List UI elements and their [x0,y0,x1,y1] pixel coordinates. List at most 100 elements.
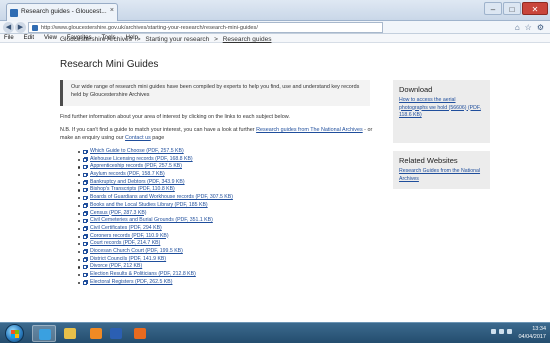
windows-logo-icon [11,330,19,338]
guide-link[interactable]: Civil Cemeteries and Burial Grounds (PDF… [90,217,213,223]
guide-list-item[interactable]: Election Results & Politicians (PDF, 212… [78,271,233,279]
national-archives-link[interactable]: Research guides from The National Archiv… [256,127,363,133]
guide-list-item[interactable]: Civil Cemeteries and Burial Grounds (PDF… [78,217,233,225]
guide-link[interactable]: Boards of Guardians and Workhouse record… [90,194,233,200]
guide-link[interactable]: Alehouse Licensing records (PDF, 168.8 K… [90,156,193,162]
guide-list-item[interactable]: Census (PDF, 287.3 KB) [78,210,233,218]
bullet-icon [78,204,81,207]
url-text: http://www.gloucestershire.gov.uk/archiv… [41,25,258,31]
guide-list-item[interactable]: Court records (PDF, 214.7 KB) [78,240,233,248]
external-link-icon [83,280,88,285]
guide-list-item[interactable]: Coroners records (PDF, 110.9 KB) [78,233,233,241]
guide-link[interactable]: Electoral Registers (PDF, 262.5 KB) [90,279,172,285]
aerial-photographs-link[interactable]: How to access the aerial photographs we … [393,97,490,124]
guide-link[interactable]: Divorce (PDF, 212 KB) [90,263,142,269]
guide-link[interactable]: Apprenticeship records (PDF, 257.5 KB) [90,163,182,169]
clock[interactable]: 13:34 04/04/2017 [518,325,546,341]
guide-link[interactable]: Election Results & Politicians (PDF, 212… [90,271,196,277]
guide-list-item[interactable]: Books and the Local Studies Library (PDF… [78,202,233,210]
tab-close-icon[interactable]: × [110,7,114,14]
clock-date: 04/04/2017 [518,334,546,340]
taskbar-button[interactable] [104,325,128,342]
guide-list-item[interactable]: Diocesan Church Court (PDF, 199.5 KB) [78,248,233,256]
network-icon[interactable] [491,329,496,334]
guide-link[interactable]: Books and the Local Studies Library (PDF… [90,202,208,208]
guide-link[interactable]: Bankruptcy and Debtors (PDF, 343.9 KB) [90,179,185,185]
guide-list-item[interactable]: Asylum records (PDF, 158.7 KB) [78,171,233,179]
breadcrumb-research-guides[interactable]: Research guides [223,36,272,43]
page-title: Research Mini Guides [60,58,159,70]
bullet-icon [78,197,81,200]
guide-list-item[interactable]: Alehouse Licensing records (PDF, 168.8 K… [78,156,233,164]
taskbar-button[interactable] [32,325,56,342]
external-link-icon [83,234,88,239]
settings-icon[interactable]: ⚙ [537,22,544,33]
guide-list-item[interactable]: Bishop's Transcripts (PDF, 110.8 KB) [78,186,233,194]
browser-tab[interactable]: Research guides - Gloucest... × [6,3,118,21]
maximize-button[interactable]: □ [503,2,521,15]
external-link-icon [83,249,88,254]
guide-list-item[interactable]: Electoral Registers (PDF, 262.5 KB) [78,279,233,287]
bullet-icon [78,166,81,169]
guide-link[interactable]: Civil Certificates (PDF, 294 KB) [90,225,162,231]
guide-list-item[interactable]: Bankruptcy and Debtors (PDF, 343.9 KB) [78,179,233,187]
word-icon [110,328,122,339]
related-websites-box: Related Websites Research Guides from th… [393,151,490,189]
bullet-icon [78,281,81,284]
favicon-icon [10,9,18,17]
guide-list-item[interactable]: Divorce (PDF, 212 KB) [78,263,233,271]
menu-view[interactable]: View [44,34,57,42]
nb-text-suffix: page [150,134,165,141]
breadcrumb-archives[interactable]: Gloucestershire Archives [60,36,132,43]
guide-list-item[interactable]: District Councils (PDF, 141.9 KB) [78,256,233,264]
menu-file[interactable]: File [4,34,14,42]
window-controls: – □ ✕ [484,2,548,15]
bullet-icon [78,266,81,269]
external-link-icon [83,211,88,216]
bullet-icon [78,250,81,254]
guide-link[interactable]: Census (PDF, 287.3 KB) [90,210,147,216]
guide-link[interactable]: Which Guide to Choose (PDF, 257.5 KB) [90,148,184,154]
guide-list-item[interactable]: Apprenticeship records (PDF, 257.5 KB) [78,163,233,171]
nb-text-prefix: N.B. If you can't find a guide to match … [60,127,257,133]
taskbar-button[interactable] [58,325,82,342]
related-websites-heading: Related Websites [399,156,458,165]
external-link-icon [83,157,88,162]
further-info-text: Find further information about your area… [60,114,380,122]
breadcrumb-starting-research[interactable]: Starting your research [145,36,209,43]
ie-icon [39,329,51,340]
start-button[interactable] [5,324,24,343]
close-button[interactable]: ✕ [522,2,548,15]
page-icon [32,25,38,31]
breadcrumb-separator: > [136,36,141,43]
menu-edit[interactable]: Edit [24,34,34,42]
volume-icon[interactable] [499,329,504,334]
bullet-icon [78,220,81,223]
forward-button[interactable]: ▶ [15,22,26,33]
back-button[interactable]: ◀ [3,22,14,33]
favorites-icon[interactable]: ☆ [525,22,532,33]
external-link-icon [83,272,88,277]
contact-us-link[interactable]: Contact us [125,135,151,141]
taskbar-button[interactable] [128,325,152,342]
research-guides-national-archives-link[interactable]: Research Guides from the National Archiv… [393,168,490,187]
bullet-icon [78,189,81,192]
guide-link[interactable]: Court records (PDF, 214.7 KB) [90,240,160,246]
guide-list-item[interactable]: Which Guide to Choose (PDF, 257.5 KB) [78,148,233,156]
home-icon[interactable]: ⌂ [515,22,520,33]
external-link-icon [83,195,88,201]
flag-icon[interactable] [507,329,512,334]
url-field[interactable]: http://www.gloucestershire.gov.uk/archiv… [28,22,383,33]
guide-link[interactable]: Bishop's Transcripts (PDF, 110.8 KB) [90,186,175,192]
browser-titlebar: Research guides - Gloucest... × – □ ✕ [0,0,550,21]
external-link-icon [83,264,88,270]
minimize-button[interactable]: – [484,2,502,15]
guide-link[interactable]: Coroners records (PDF, 110.9 KB) [90,233,169,239]
guide-list-item[interactable]: Civil Certificates (PDF, 294 KB) [78,225,233,233]
guide-link[interactable]: District Councils (PDF, 141.9 KB) [90,256,166,262]
guide-link[interactable]: Diocesan Church Court (PDF, 199.5 KB) [90,248,183,254]
external-link-icon [83,226,88,231]
download-heading: Download [399,85,433,94]
guide-link[interactable]: Asylum records (PDF, 158.7 KB) [90,171,165,177]
guide-list-item[interactable]: Boards of Guardians and Workhouse record… [78,194,233,202]
